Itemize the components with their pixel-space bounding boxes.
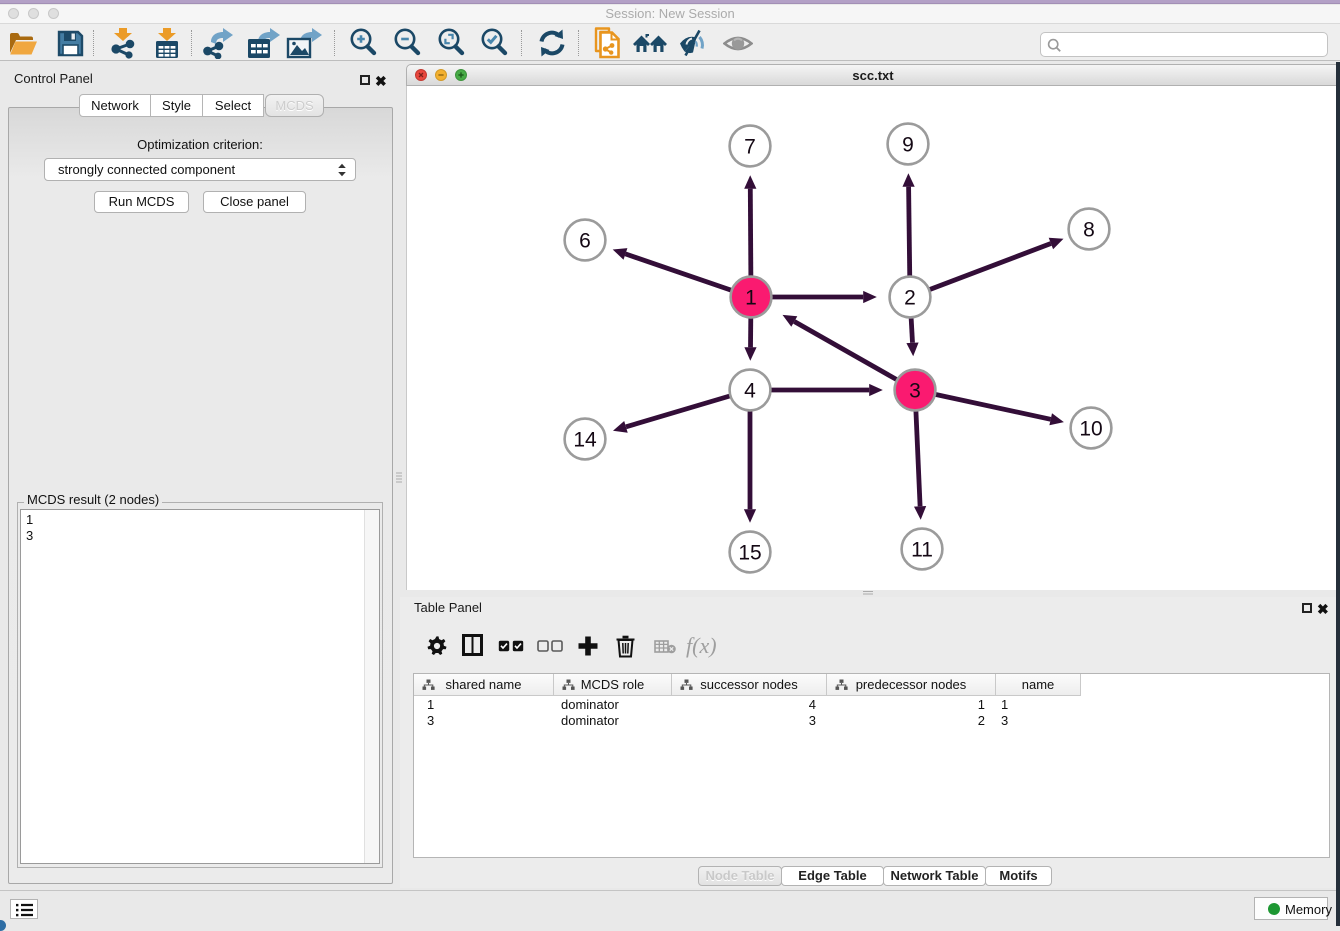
- svg-text:9: 9: [902, 134, 914, 157]
- svg-text:15: 15: [738, 542, 761, 565]
- svg-text:14: 14: [573, 429, 597, 452]
- svg-text:7: 7: [744, 136, 756, 159]
- svg-text:1: 1: [745, 287, 757, 310]
- svg-text:10: 10: [1079, 418, 1102, 441]
- svg-text:8: 8: [1083, 219, 1095, 242]
- svg-text:6: 6: [579, 230, 591, 253]
- svg-text:3: 3: [909, 380, 921, 403]
- svg-text:2: 2: [904, 287, 916, 310]
- svg-text:11: 11: [911, 539, 933, 562]
- svg-text:4: 4: [744, 380, 756, 403]
